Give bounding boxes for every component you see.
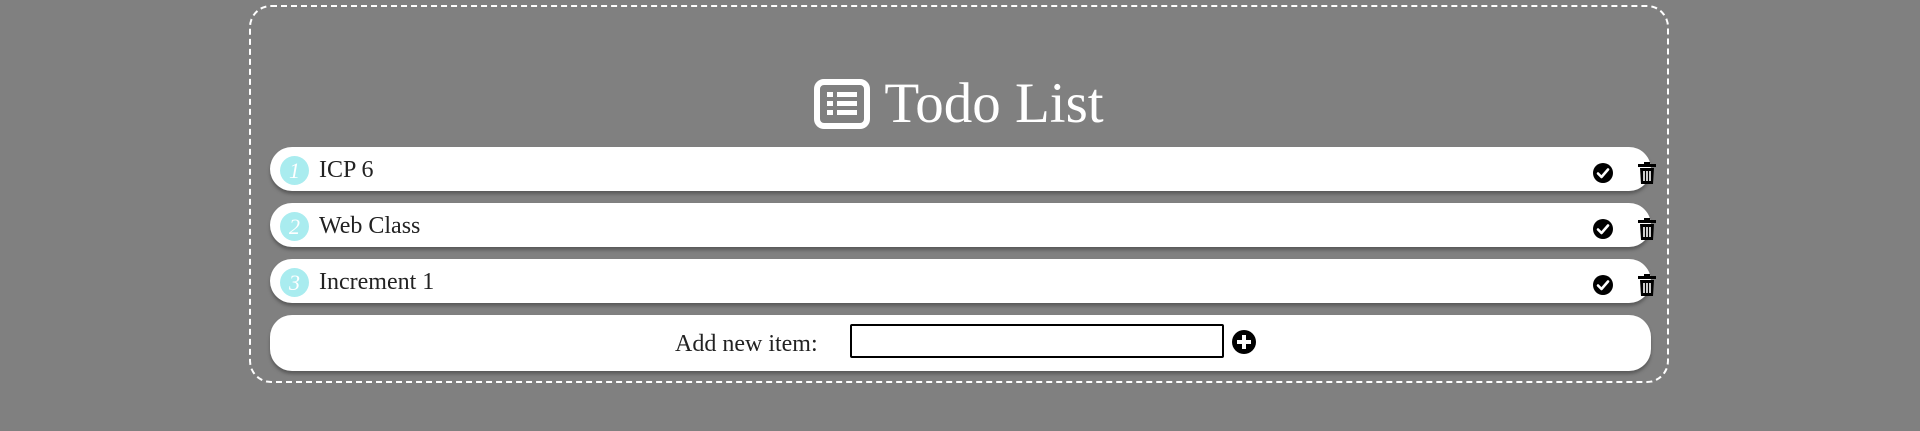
page-title: Todo List <box>884 72 1104 135</box>
todo-item-label[interactable]: Web Class <box>319 212 420 240</box>
todo-item-label[interactable]: ICP 6 <box>319 156 373 184</box>
todo-item-label[interactable]: Increment 1 <box>319 268 434 296</box>
trash-icon[interactable] <box>1638 274 1656 296</box>
plus-circle-icon[interactable] <box>1232 330 1256 354</box>
list-alt-icon <box>814 79 871 129</box>
trash-icon[interactable] <box>1638 218 1656 240</box>
check-circle-icon[interactable] <box>1593 219 1613 239</box>
add-item-label: Add new item: <box>675 331 818 357</box>
trash-icon[interactable] <box>1638 162 1656 184</box>
header: Todo List <box>251 73 1667 135</box>
item-number-badge: 1 <box>280 156 309 185</box>
check-circle-icon[interactable] <box>1593 275 1613 295</box>
item-number-badge: 3 <box>280 268 309 297</box>
item-number-badge: 2 <box>280 212 309 241</box>
check-circle-icon[interactable] <box>1593 163 1613 183</box>
todo-item: 1 ICP 6 <box>270 147 1656 191</box>
add-item-form: Add new item: <box>270 315 1651 371</box>
todo-item: 3 Increment 1 <box>270 259 1656 303</box>
todo-item: 2 Web Class <box>270 203 1656 247</box>
todo-panel: Todo List 1 ICP 6 2 Web Class 3 Incremen… <box>249 5 1669 383</box>
add-item-input[interactable] <box>850 324 1224 358</box>
